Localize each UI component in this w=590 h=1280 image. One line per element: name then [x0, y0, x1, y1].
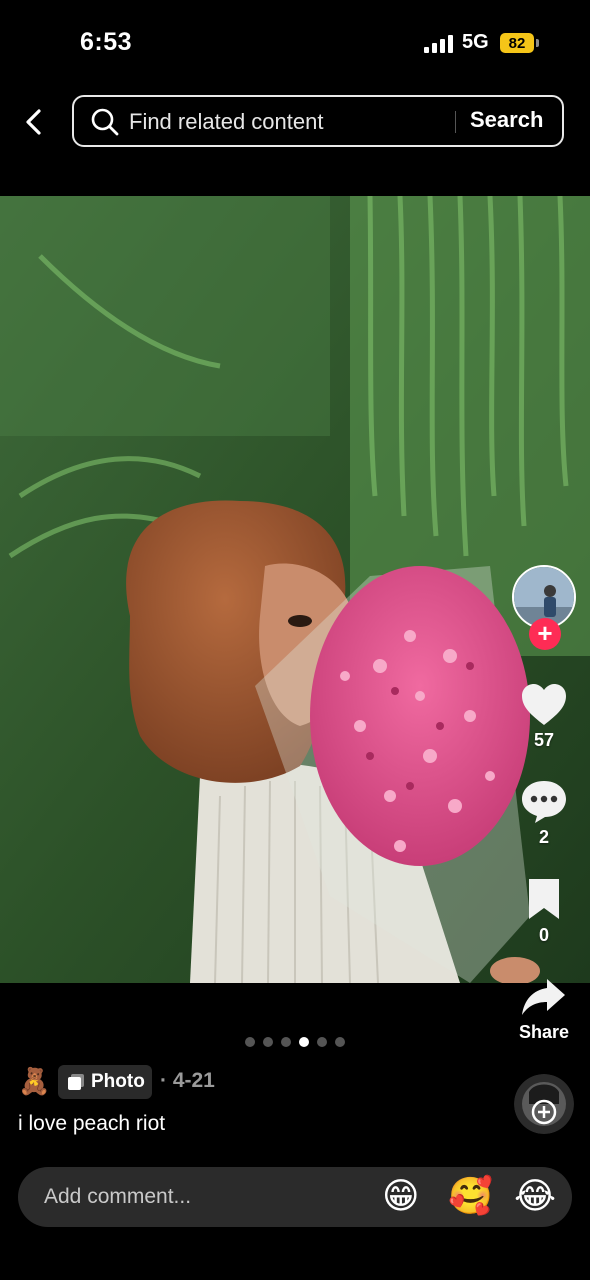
bookmark-count: 0 — [538, 925, 549, 945]
sound-disc[interactable] — [514, 1074, 574, 1134]
carousel-dot — [263, 1037, 273, 1047]
carousel-dot — [317, 1037, 327, 1047]
search-icon — [91, 108, 119, 136]
battery-tip — [536, 39, 539, 47]
signal-icon — [424, 35, 454, 53]
share-label[interactable]: Share — [514, 1022, 574, 1043]
comment-input[interactable] — [44, 1182, 354, 1212]
post-caption: i love peach riot — [18, 1112, 166, 1135]
back-icon[interactable] — [18, 104, 52, 140]
post-date: · 4-21 — [160, 1069, 215, 1092]
laugh-emoji-button[interactable]: 😂 — [514, 1173, 556, 1219]
carousel-dot — [299, 1037, 309, 1047]
search-button[interactable]: Search — [470, 107, 543, 133]
carousel-indicator — [245, 1037, 345, 1047]
heart-icon[interactable] — [519, 682, 569, 728]
photo-tag[interactable]: Photo — [58, 1065, 152, 1099]
carousel-dot — [281, 1037, 291, 1047]
share-arrow-icon[interactable] — [519, 975, 569, 1021]
comment-bubble-icon[interactable] — [519, 778, 569, 824]
search-divider — [455, 111, 456, 133]
photo-tag-label: Photo — [91, 1071, 145, 1092]
carousel-dot — [335, 1037, 345, 1047]
follow-button[interactable]: + — [529, 618, 561, 650]
photo-stack-icon — [68, 1074, 84, 1090]
status-time: 6:53 — [80, 28, 133, 56]
carousel-dot — [245, 1037, 255, 1047]
music-disc-icon — [514, 1074, 574, 1134]
network-label: 5G — [462, 31, 489, 53]
search-input[interactable] — [129, 105, 449, 139]
post-photo[interactable] — [0, 196, 590, 983]
bookmark-icon[interactable] — [519, 877, 569, 923]
photo-illustration — [0, 196, 590, 983]
like-count: 57 — [533, 730, 555, 750]
battery-icon: 82 — [500, 33, 534, 53]
teddy-bear-emoji: 🧸 — [18, 1066, 51, 1096]
comment-count: 2 — [538, 827, 549, 847]
grin-emoji-button[interactable]: 😁 — [382, 1173, 420, 1219]
hearts-emoji-button[interactable]: 🥰 — [448, 1173, 493, 1219]
